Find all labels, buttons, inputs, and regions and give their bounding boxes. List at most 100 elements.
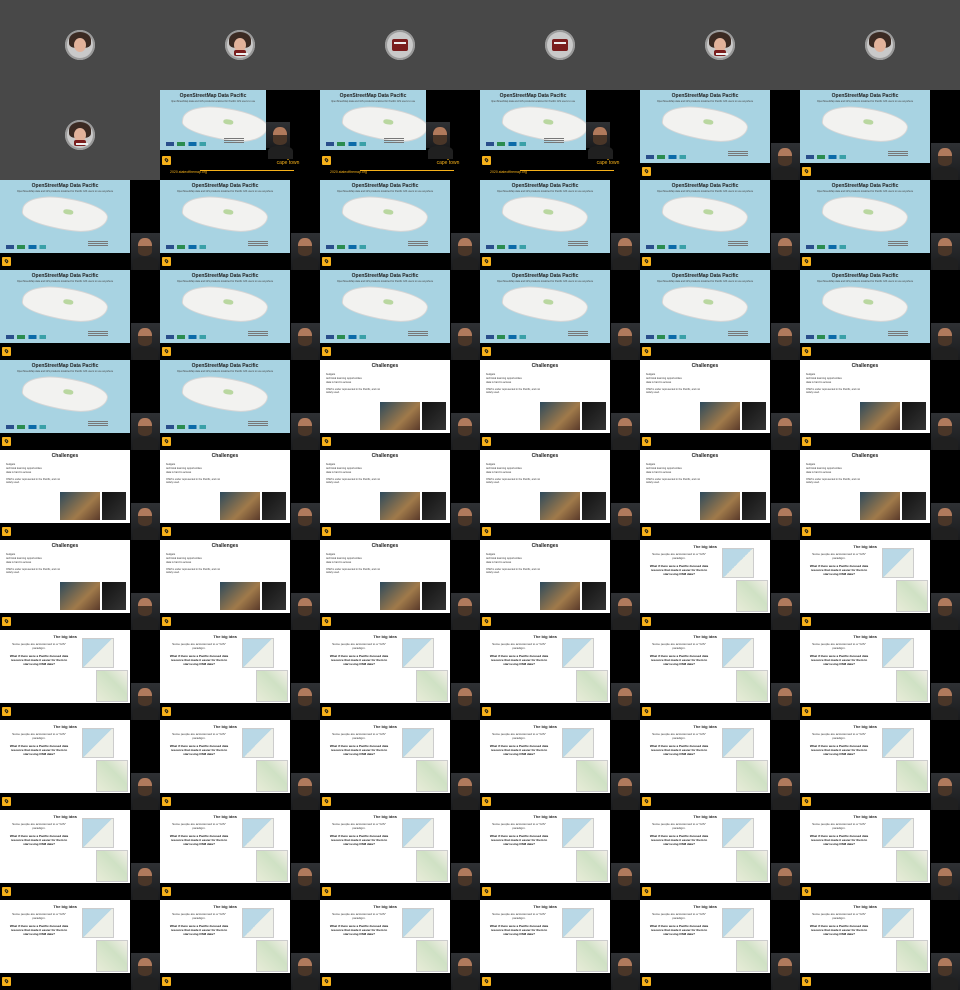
challenges-slide-frame: Challenges budgets technical learning oppo… <box>320 360 480 450</box>
slide-question-bold: What if there were a Pacific-focused dat… <box>489 924 549 936</box>
slide-question: Some people are accustomed to a "GIS" pa… <box>172 732 226 740</box>
avatar-icon <box>385 30 415 60</box>
speaker-credit <box>408 241 428 247</box>
presenter-video <box>451 863 480 900</box>
conference-url: 2020.stateofthemap.org <box>330 170 367 174</box>
bullet-item: technical learning opportunities <box>6 467 42 470</box>
slide-photos <box>380 402 446 430</box>
sotm-logo-icon <box>162 527 171 536</box>
avatar-icon <box>65 30 95 60</box>
presenter-video <box>611 953 640 990</box>
waiting-frame <box>160 0 320 90</box>
slide-subtitle: OpenStreetMap data and GIS products loca… <box>816 190 914 193</box>
slide-paragraph: OSM is under represented in the Pacific,… <box>326 388 380 394</box>
sotm-logo-icon <box>162 257 171 266</box>
slide-question-bold: What if there were a Pacific-focused dat… <box>169 834 229 846</box>
speaker-credit <box>384 138 404 144</box>
slide-title: Challenges <box>211 453 239 459</box>
presenter-video <box>131 323 160 360</box>
slide: Challenges budgets technical learning oppo… <box>160 450 290 523</box>
slide-subtitle: OpenStreetMap data and GIS products loca… <box>656 100 754 103</box>
bigidea-slide-frame: The big idea Some people are accustomed t… <box>320 720 480 810</box>
presenter-video <box>931 143 960 180</box>
slide: Challenges budgets technical learning oppo… <box>320 450 450 523</box>
presenter-video <box>291 413 320 450</box>
bigidea-slide-frame: The big idea Some people are accustomed t… <box>480 720 640 810</box>
bigidea-slide-frame: The big idea Some people are accustomed t… <box>640 630 800 720</box>
slide-question: Some people are accustomed to a "GIS" pa… <box>652 732 706 740</box>
slide-title: Challenges <box>371 363 399 369</box>
map-thumbnail <box>736 580 768 612</box>
slide: The big idea Some people are accustomed t… <box>480 900 610 973</box>
slide-paragraph: OSM is under represented in the Pacific,… <box>486 568 540 574</box>
slide-title: OpenStreetMap Data Pacific <box>191 363 259 369</box>
map-thumbnail <box>96 850 128 882</box>
partner-logos <box>806 155 846 159</box>
slide: The big idea Some people are accustomed t… <box>0 900 130 973</box>
partner-logos <box>326 335 366 339</box>
map-thumbnail <box>896 580 928 612</box>
slide-title: OpenStreetMap Data Pacific <box>499 93 567 99</box>
slide-title: OpenStreetMap Data Pacific <box>191 183 259 189</box>
slide: Challenges budgets technical learning oppo… <box>480 450 610 523</box>
presenter-video <box>771 323 800 360</box>
map-thumbnail <box>416 760 448 792</box>
sotm-logo-icon <box>642 977 651 986</box>
slide: OpenStreetMap Data Pacific OpenStreetMap … <box>320 270 450 343</box>
slide: Challenges budgets technical learning oppo… <box>0 540 130 613</box>
slide-title: OpenStreetMap Data Pacific <box>671 93 739 99</box>
slide-question: Some people are accustomed to a "GIS" pa… <box>172 642 226 650</box>
sotm-logo-icon <box>2 347 11 356</box>
bigidea-slide-frame: The big idea Some people are accustomed t… <box>480 900 640 990</box>
challenges-slide-frame: Challenges budgets technical learning oppo… <box>480 360 640 450</box>
slide: OpenStreetMap Data Pacific OpenStreetMap … <box>480 180 610 253</box>
bullet-item: data is hard to access <box>166 561 192 564</box>
bullet-item: data is hard to access <box>486 381 512 384</box>
bullet-list: budgets technical learning opportunities d… <box>806 372 886 385</box>
bullet-item: budgets <box>486 463 496 466</box>
partner-logos <box>326 245 366 249</box>
map-thumbnail <box>416 940 448 972</box>
challenges-slide-frame: Challenges budgets technical learning oppo… <box>480 540 640 630</box>
slide: The big idea Some people are accustomed t… <box>320 630 450 703</box>
island-map <box>660 102 750 146</box>
sotm-logo-icon <box>642 437 651 446</box>
island-map <box>20 282 110 326</box>
presenter-video <box>611 323 640 360</box>
bullet-item: data is hard to access <box>326 381 352 384</box>
slide-title: OpenStreetMap Data Pacific <box>671 183 739 189</box>
bullet-item: technical learning opportunities <box>326 557 362 560</box>
map-thumbnail <box>242 818 274 848</box>
map-thumbnail <box>402 728 434 758</box>
sotm-logo-icon <box>2 437 11 446</box>
challenges-slide-frame: Challenges budgets technical learning oppo… <box>320 540 480 630</box>
partner-logos <box>166 245 206 249</box>
bigidea-slide-frame: The big idea Some people are accustomed t… <box>0 810 160 900</box>
partner-logos <box>486 142 526 146</box>
slide-question-bold: What if there were a Pacific-focused dat… <box>809 564 869 576</box>
bullet-item: technical learning opportunities <box>326 377 362 380</box>
bullet-list: budgets technical learning opportunities d… <box>646 462 726 475</box>
presenter-video <box>131 503 160 540</box>
sotm-logo-icon <box>162 156 171 165</box>
slide-paragraph: OSM is under represented in the Pacific,… <box>806 388 860 394</box>
slide-question-bold: What if there were a Pacific-focused dat… <box>489 834 549 846</box>
bullet-list: budgets technical learning opportunities d… <box>326 372 406 385</box>
slide-title: OpenStreetMap Data Pacific <box>31 183 99 189</box>
slide: OpenStreetMap Data Pacific OpenStreetMap … <box>640 180 770 253</box>
slide: The big idea Some people are accustomed t… <box>800 540 930 613</box>
slide: The big idea Some people are accustomed t… <box>0 720 130 793</box>
presenter-video <box>771 593 800 630</box>
slide-question-bold: What if there were a Pacific-focused dat… <box>649 834 709 846</box>
map-thumbnail <box>576 760 608 792</box>
presenter-video <box>611 233 640 270</box>
sotm-logo-icon <box>802 977 811 986</box>
map-thumbnail <box>256 940 288 972</box>
slide-subtitle: OpenStreetMap data and GIS products loca… <box>176 190 274 193</box>
sotm-logo-icon <box>322 156 331 165</box>
slide-question: Some people are accustomed to a "GIS" pa… <box>332 642 386 650</box>
map-thumbnail <box>242 728 274 758</box>
slide-question-bold: What if there were a Pacific-focused dat… <box>809 834 869 846</box>
bigidea-slide-frame: The big idea Some people are accustomed t… <box>800 900 960 990</box>
bigidea-slide-frame: The big idea Some people are accustomed t… <box>160 630 320 720</box>
